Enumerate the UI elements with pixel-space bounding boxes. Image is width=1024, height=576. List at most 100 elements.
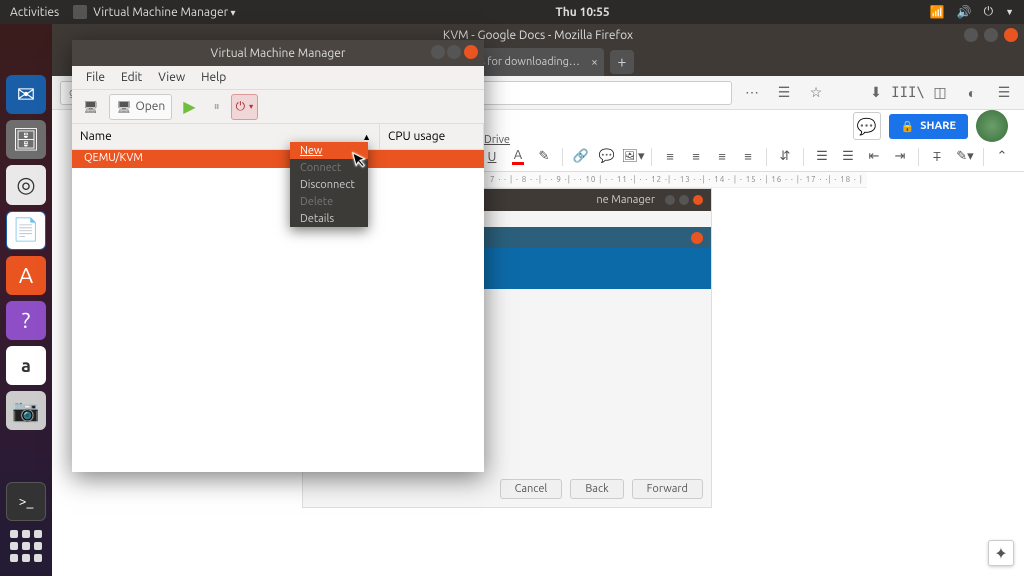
align-justify-button[interactable]: ≡ [736, 145, 760, 169]
nested-close-icon [691, 232, 703, 244]
vmm-list-header: Name ▲ CPU usage [72, 124, 484, 150]
share-button[interactable]: 🔒 SHARE [889, 114, 968, 139]
vmm-connection-list[interactable]: QEMU/KVM [72, 150, 484, 472]
ctx-disconnect[interactable]: Disconnect [290, 176, 368, 193]
launcher-files[interactable]: 🗄 [6, 120, 46, 159]
clear-formatting-button[interactable]: T [925, 145, 949, 169]
gdocs-ruler[interactable]: 7 · · | · 8 · ·| · · 9 ·| · · 10 | · · 1… [486, 172, 867, 188]
terminal-icon: >_ [19, 493, 34, 509]
files-icon: 🗄 [12, 127, 40, 153]
system-menu-chevron-icon[interactable]: ▼ [1005, 7, 1014, 17]
bulleted-list-button[interactable]: ☰ [836, 145, 860, 169]
maximize-button[interactable] [984, 28, 998, 42]
sidebar-icon[interactable]: ◫ [928, 81, 952, 105]
launcher-help[interactable]: ? [6, 301, 46, 340]
amazon-icon: a [21, 356, 31, 376]
run-button[interactable]: ▶ [176, 94, 202, 120]
reader-mode-icon[interactable]: ☰ [772, 81, 796, 105]
new-vm-button[interactable]: 🖥 [76, 94, 105, 120]
shopping-bag-icon: A [19, 263, 33, 288]
line-spacing-button[interactable]: ⇵ [773, 145, 797, 169]
minimize-button[interactable] [964, 28, 978, 42]
gdocs-format-toolbar: U A ✎ 🔗 💬 🖼▾ ≡ ≡ ≡ ≡ ⇵ ☰ ☰ ⇤ ⇥ T ✎▾ ⌃ [470, 142, 1024, 172]
collapse-toolbar-button[interactable]: ⌃ [990, 145, 1014, 169]
nested-cancel-button: Cancel [500, 479, 563, 499]
insert-image-button[interactable]: 🖼▾ [621, 145, 645, 169]
wifi-indicator-icon[interactable]: 📶 [930, 5, 945, 19]
close-button[interactable] [464, 45, 478, 59]
vmm-title: Virtual Machine Manager [211, 47, 346, 60]
align-center-button[interactable]: ≡ [684, 145, 708, 169]
lock-icon: 🔒 [901, 120, 915, 133]
thunderbird-icon: ✉ [17, 82, 35, 108]
downloads-icon[interactable]: ⬇ [864, 81, 888, 105]
align-left-button[interactable]: ≡ [658, 145, 682, 169]
vmm-menubar: File Edit View Help [72, 66, 484, 90]
text-color-button[interactable]: A [506, 145, 530, 169]
maximize-button[interactable] [447, 45, 461, 59]
numbered-list-button[interactable]: ☰ [810, 145, 834, 169]
menu-edit[interactable]: Edit [113, 71, 150, 84]
launcher-thunderbird[interactable]: ✉ [6, 75, 46, 114]
volume-indicator-icon[interactable]: 🔊 [957, 5, 972, 19]
tab-close-icon[interactable]: × [591, 56, 598, 69]
ctx-details[interactable]: Details [290, 210, 368, 227]
launcher-rhythmbox[interactable]: ◎ [6, 165, 46, 204]
activities-button[interactable]: Activities [10, 6, 59, 19]
highlight-button[interactable]: ✎ [532, 145, 556, 169]
comments-button[interactable]: 💬 [853, 112, 881, 140]
close-button[interactable] [1004, 28, 1018, 42]
appmenu-icon [73, 5, 87, 19]
decrease-indent-button[interactable]: ⇤ [862, 145, 886, 169]
gnome-top-bar: Activities Virtual Machine Manager Thu 1… [0, 0, 1024, 24]
pocket-icon[interactable]: ◐ [960, 81, 984, 105]
app-menu[interactable]: Virtual Machine Manager [93, 6, 235, 19]
insert-comment-button[interactable]: 💬 [595, 145, 619, 169]
launcher-software[interactable]: A [6, 256, 46, 295]
launcher-screenshot[interactable]: 📷 [6, 391, 46, 430]
monitor-icon: 🖥 [116, 100, 131, 114]
increase-indent-button[interactable]: ⇥ [888, 145, 912, 169]
new-tab-button[interactable]: + [610, 50, 634, 74]
ubuntu-launcher: 🦊 ✉ 🗄 ◎ 📄 A ? a 📷 ⧉ >_ [0, 24, 52, 576]
launcher-terminal[interactable]: >_ [6, 482, 46, 521]
minimize-button[interactable] [431, 45, 445, 59]
comment-icon: 💬 [857, 117, 877, 136]
nested-dialog-footer: Cancel Back Forward [500, 479, 703, 499]
menu-file[interactable]: File [78, 71, 113, 84]
music-icon: ◎ [16, 172, 35, 198]
explore-button[interactable]: ✦ [988, 540, 1014, 566]
vmm-window-controls [431, 45, 479, 62]
clock[interactable]: Thu 10:55 [235, 6, 929, 19]
show-applications-button[interactable] [6, 527, 46, 566]
launcher-writer[interactable]: 📄 [6, 211, 46, 250]
column-cpu[interactable]: CPU usage [380, 124, 484, 149]
editing-mode-button[interactable]: ✎▾ [953, 145, 977, 169]
bookmark-star-icon[interactable]: ☆ [804, 81, 828, 105]
hamburger-menu-icon[interactable]: ☰ [992, 81, 1016, 105]
insert-link-button[interactable]: 🔗 [569, 145, 593, 169]
menu-help[interactable]: Help [193, 71, 234, 84]
shutdown-button[interactable]: ⏻ [231, 94, 259, 120]
user-avatar[interactable] [976, 110, 1008, 142]
launcher-amazon[interactable]: a [6, 346, 46, 385]
ctx-delete: Delete [290, 193, 368, 210]
vmm-toolbar: 🖥 🖥Open ▶ ⏸ ⏻ [72, 90, 484, 124]
align-right-button[interactable]: ≡ [710, 145, 734, 169]
connection-row-qemu[interactable]: QEMU/KVM [72, 150, 484, 168]
pause-icon: ⏸ [214, 100, 220, 114]
firefox-window-controls [964, 28, 1018, 42]
play-icon: ▶ [183, 97, 195, 116]
share-label: SHARE [920, 120, 956, 132]
more-actions-icon[interactable]: ⋯ [740, 81, 764, 105]
power-icon: ⏻ [236, 100, 246, 114]
open-button[interactable]: 🖥Open [109, 94, 172, 120]
vmm-window: Virtual Machine Manager File Edit View H… [72, 40, 484, 472]
pause-button[interactable]: ⏸ [207, 94, 227, 120]
menu-view[interactable]: View [150, 71, 193, 84]
power-indicator-icon[interactable]: ⏻ [984, 5, 994, 19]
library-icon[interactable]: III\ [896, 81, 920, 105]
vmm-titlebar[interactable]: Virtual Machine Manager [72, 40, 484, 66]
camera-icon: 📷 [12, 398, 39, 424]
column-name-label: Name [80, 130, 112, 143]
